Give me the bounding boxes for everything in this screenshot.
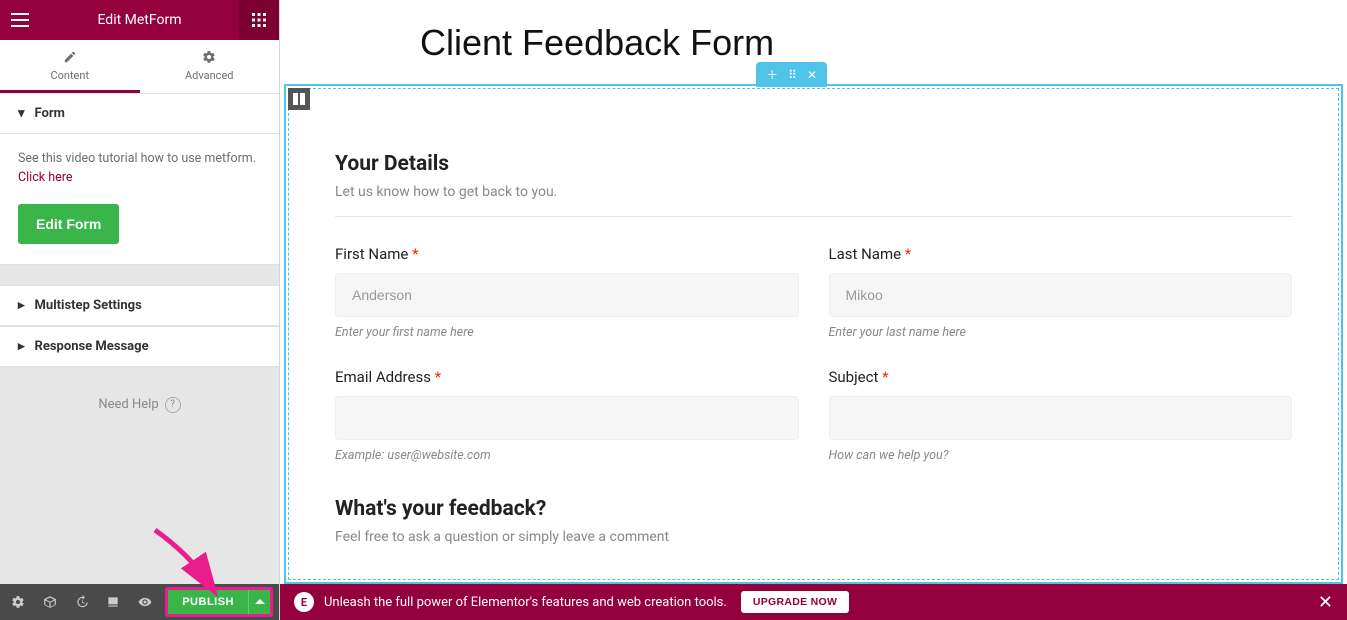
caret-right-icon: ▸: [18, 339, 25, 354]
feedback-heading: What's your feedback?: [335, 497, 1292, 521]
help-icon: ?: [165, 397, 181, 413]
sidebar-tabs: Content Advanced: [0, 40, 279, 93]
section-form-title: Form: [35, 106, 65, 121]
first-name-hint: Enter your first name here: [335, 325, 799, 340]
tab-advanced[interactable]: Advanced: [140, 40, 280, 93]
sidebar-footer: PUBLISH: [0, 584, 279, 620]
elementor-icon: E: [294, 592, 314, 612]
form-hint-link[interactable]: Click here: [18, 170, 72, 185]
need-help[interactable]: Need Help ?: [0, 367, 279, 443]
last-name-input[interactable]: [829, 273, 1293, 317]
editor-canvas: Client Feedback Form ＋ ⠿ ✕ Your Details …: [280, 0, 1347, 620]
section-form-body: See this video tutorial how to use metfo…: [0, 134, 279, 265]
publish-button[interactable]: PUBLISH: [168, 590, 248, 614]
settings-icon[interactable]: [6, 589, 30, 615]
upgrade-button[interactable]: UPGRADE NOW: [741, 591, 849, 613]
history-icon[interactable]: [70, 589, 94, 615]
section-response-title: Response Message: [35, 339, 149, 354]
your-details-sub: Let us know how to get back to you.: [335, 184, 1292, 217]
last-name-hint: Enter your last name here: [829, 325, 1293, 340]
your-details-heading: Your Details: [335, 152, 1292, 176]
tab-content[interactable]: Content: [0, 40, 140, 93]
section-multistep-title: Multistep Settings: [35, 298, 142, 313]
section-multistep-head[interactable]: ▸ Multistep Settings: [0, 285, 279, 326]
column-icon[interactable]: [288, 88, 310, 110]
navigator-icon[interactable]: [38, 589, 62, 615]
publish-caret[interactable]: [248, 590, 270, 614]
email-input[interactable]: [335, 396, 799, 440]
tab-advanced-label: Advanced: [140, 69, 280, 82]
sidebar-sections: ▾ Form See this video tutorial how to us…: [0, 93, 279, 584]
field-email: Email Address * Example: user@website.co…: [335, 368, 799, 463]
banner-text: Unleash the full power of Elementor's fe…: [324, 595, 727, 610]
subject-hint: How can we help you?: [829, 448, 1293, 463]
caret-right-icon: ▸: [18, 298, 25, 313]
preview-icon[interactable]: [133, 589, 157, 615]
edit-form-button[interactable]: Edit Form: [18, 204, 119, 244]
editor-sidebar: Edit MetForm Content Advanced ▾ Form: [0, 0, 280, 620]
first-name-input[interactable]: [335, 273, 799, 317]
widget-drag-icon[interactable]: ⠿: [788, 68, 797, 82]
field-last-name: Last Name * Enter your last name here: [829, 245, 1293, 340]
form-area: Your Details Let us know how to get back…: [335, 82, 1292, 620]
responsive-icon[interactable]: [102, 589, 126, 615]
upgrade-banner: E Unleash the full power of Elementor's …: [280, 584, 1347, 620]
subject-input[interactable]: [829, 396, 1293, 440]
sidebar-title: Edit MetForm: [40, 12, 239, 28]
widget-close-icon[interactable]: ✕: [807, 68, 817, 82]
section-response-head[interactable]: ▸ Response Message: [0, 326, 279, 367]
widget-add-icon[interactable]: ＋: [766, 66, 778, 83]
caret-down-icon: ▾: [18, 106, 25, 121]
apps-icon[interactable]: [239, 0, 279, 40]
form-hint: See this video tutorial how to use metfo…: [18, 150, 261, 188]
banner-close-icon[interactable]: ✕: [1318, 592, 1333, 613]
feedback-sub: Feel free to ask a question or simply le…: [335, 529, 1292, 561]
tab-content-label: Content: [0, 69, 140, 82]
sidebar-header: Edit MetForm: [0, 0, 279, 40]
field-first-name: First Name * Enter your first name here: [335, 245, 799, 340]
email-hint: Example: user@website.com: [335, 448, 799, 463]
field-subject: Subject * How can we help you?: [829, 368, 1293, 463]
menu-icon[interactable]: [0, 0, 40, 40]
section-form-head[interactable]: ▾ Form: [0, 93, 279, 134]
publish-group: PUBLISH: [165, 587, 273, 617]
